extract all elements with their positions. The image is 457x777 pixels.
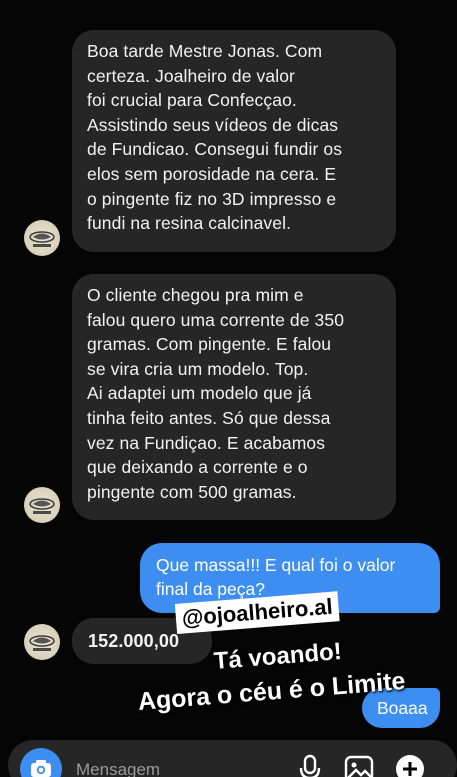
sender-avatar[interactable] bbox=[24, 624, 60, 660]
sender-avatar[interactable] bbox=[24, 220, 60, 256]
avatar-logo-icon bbox=[29, 231, 55, 247]
message-input[interactable]: Mensagem bbox=[76, 760, 160, 777]
avatar-logo-icon bbox=[29, 635, 55, 651]
incoming-message[interactable]: Boa tarde Mestre Jonas. Com certeza. Joa… bbox=[72, 30, 396, 252]
incoming-message[interactable]: O cliente chegou pra mim e falou quero u… bbox=[72, 274, 396, 520]
chat-screen: Boa tarde Mestre Jonas. Com certeza. Joa… bbox=[0, 0, 457, 777]
avatar-logo-icon bbox=[29, 498, 55, 514]
overlay-caption-line1: Tá voando! bbox=[212, 637, 343, 675]
image-gallery-icon[interactable] bbox=[344, 755, 374, 777]
camera-button[interactable] bbox=[20, 748, 62, 777]
microphone-icon[interactable] bbox=[297, 754, 323, 777]
camera-icon bbox=[31, 760, 51, 777]
sender-avatar[interactable] bbox=[24, 487, 60, 523]
plus-icon[interactable] bbox=[394, 753, 426, 777]
